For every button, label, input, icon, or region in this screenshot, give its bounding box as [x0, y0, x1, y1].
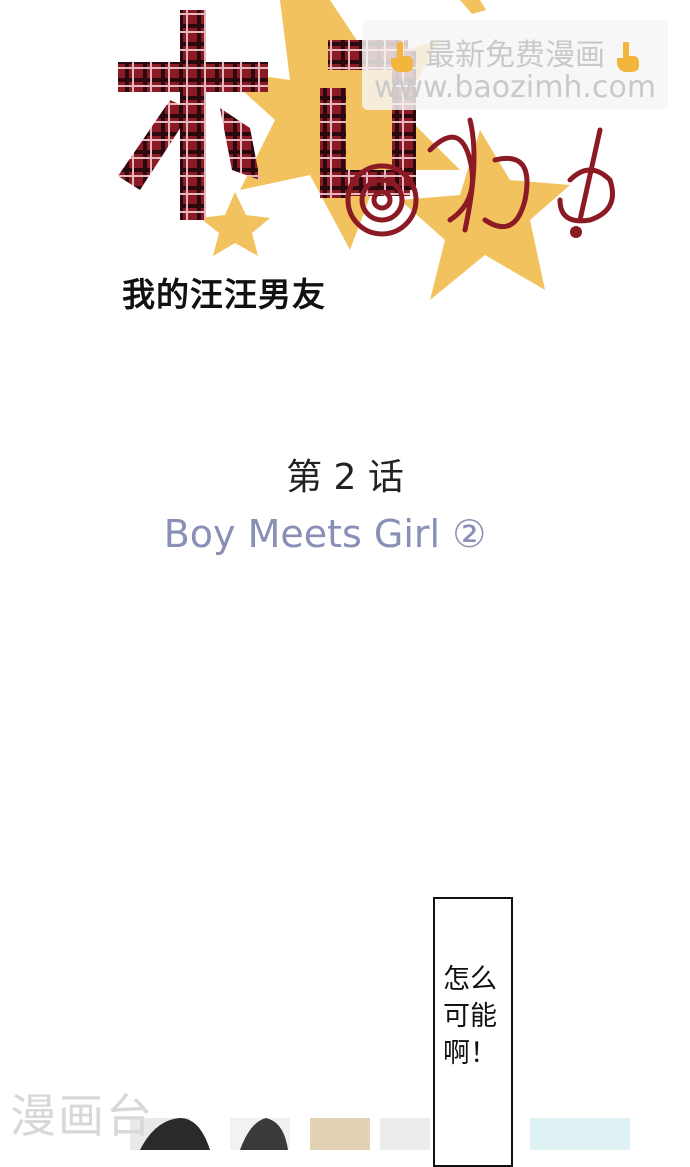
watermark-bottom: 漫画台: [10, 1089, 154, 1143]
series-subtitle: 我的汪汪男友: [122, 275, 326, 314]
pointing-hand-icon: [616, 41, 639, 72]
plaid-stroke: [220, 108, 260, 180]
star-shape: [460, 0, 486, 14]
episode-title: Boy Meets Girl ②: [163, 512, 487, 556]
speech-bubble: 怎么 可能 啊！: [433, 897, 513, 1167]
watermark-banner: 最新免费漫画 www.baozimh.com: [362, 20, 668, 110]
chapter-number: 第 2 话: [286, 457, 404, 498]
watermark-url: www.baozimh.com: [373, 70, 657, 105]
pointing-hand-icon: [391, 41, 414, 72]
star-shape: [200, 192, 270, 256]
panel-art-strip: [130, 1118, 630, 1150]
watermark-line1: 最新免费漫画: [362, 30, 668, 74]
plaid-stroke: [118, 62, 268, 92]
watermark-text: 最新免费漫画: [425, 38, 605, 73]
speech-text: 怎么 可能 啊！: [443, 964, 497, 1069]
